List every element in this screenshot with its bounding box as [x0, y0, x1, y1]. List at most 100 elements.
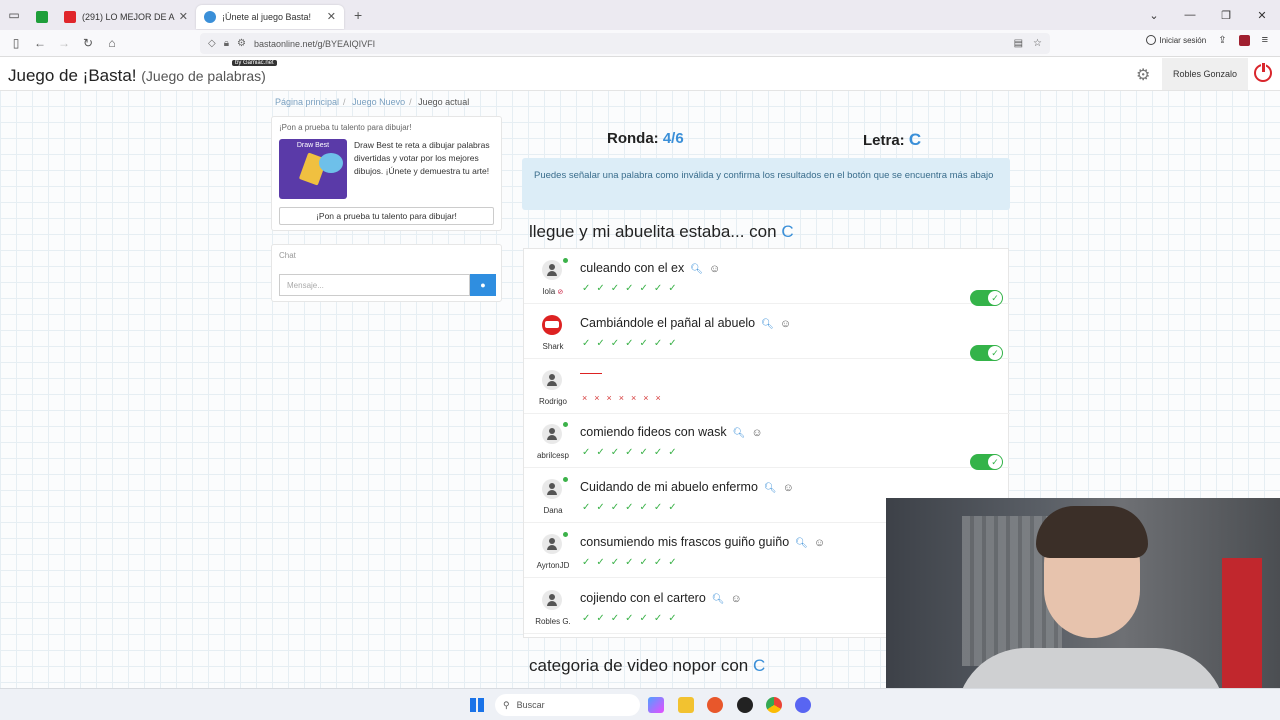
avatar[interactable] — [542, 315, 562, 335]
search-icon[interactable]: 🔍︎ — [733, 428, 746, 439]
player-name: Robles G. — [535, 617, 571, 626]
empty-answer-dash — [580, 373, 602, 374]
category-title: categoria de video nopor con C — [529, 656, 765, 676]
minimize-icon[interactable]: — — [1172, 9, 1208, 21]
obs-icon[interactable] — [737, 697, 753, 713]
promo-card: ¡Pon a prueba tu talento para dibujar! D… — [271, 116, 502, 231]
extension-red-icon[interactable] — [1238, 34, 1250, 46]
windows-start-icon[interactable] — [470, 698, 484, 712]
player-name: Shark — [542, 342, 564, 351]
tab-list-icon[interactable]: ▭ — [6, 7, 22, 23]
chat-message-input[interactable]: Mensaje... — [279, 274, 470, 296]
answer-word: consumiendo mis frascos guiño guiño 🔍︎ ☺ — [580, 535, 826, 549]
logout-power-icon[interactable] — [1254, 62, 1272, 82]
close-tab-icon[interactable]: ✕ — [327, 10, 336, 23]
file-explorer-icon[interactable] — [678, 697, 694, 713]
smile-icon[interactable]: ☺ — [730, 593, 741, 605]
answer-word: culeando con el ex 🔍︎ ☺ — [580, 261, 721, 275]
site-title-main[interactable]: Juego de ¡Basta! — [8, 66, 137, 85]
gamiac-badge[interactable]: by Gamiac.net — [232, 60, 277, 66]
promo-button[interactable]: ¡Pon a prueba tu talento para dibujar! — [279, 207, 494, 225]
tab-basta[interactable]: ¡Únete al juego Basta! ✕ — [196, 4, 344, 29]
extensions-icon[interactable]: ⇪ — [1218, 35, 1226, 46]
tab-overflow-icon[interactable]: ⌄ — [1136, 9, 1172, 22]
home-icon[interactable]: ⌂ — [100, 36, 124, 50]
answer-row: Rodrigo ××××××× — [524, 359, 1010, 414]
tab-youtube[interactable]: (291) LO MEJOR DE ARGENTIN ✕ — [56, 5, 196, 29]
smile-icon[interactable]: ☺ — [814, 537, 825, 549]
smile-icon[interactable]: ☺ — [783, 482, 794, 494]
signin-label: Iniciar sesión — [1159, 35, 1207, 45]
avatar[interactable] — [542, 260, 562, 280]
copilot-icon[interactable] — [648, 697, 664, 713]
avatar[interactable] — [542, 479, 562, 499]
draw-best-image-title: Draw Best — [296, 142, 330, 149]
breadcrumb-new-game[interactable]: Juego Nuevo — [352, 97, 405, 107]
vote-checks: ✓✓✓✓✓✓✓ — [582, 557, 683, 568]
smile-icon[interactable]: ☺ — [709, 263, 720, 275]
settings-gear-icon[interactable]: ⚙ — [1136, 65, 1150, 85]
answer-row: abrilcesp comiendo fideos con wask 🔍︎ ☺ ✓✓… — [524, 413, 1010, 470]
vote-checks: ✓✓✓✓✓✓✓ — [582, 613, 683, 624]
answer-word: Cambiándole el pañal al abuelo 🔍︎ ☺ — [580, 316, 792, 330]
player-name: lola ⊘ — [542, 287, 564, 296]
user-menu-button[interactable]: Robles Gonzalo — [1162, 58, 1248, 90]
forward-icon[interactable]: → — [52, 36, 76, 50]
category-title: llegue y mi abuelita estaba... con C — [529, 222, 794, 242]
site-header: Juego de ¡Basta! (Juego de palabras) by … — [0, 58, 1280, 91]
menu-icon[interactable]: ≡ — [1262, 34, 1268, 46]
search-icon: ⚲ — [503, 699, 510, 710]
avatar[interactable] — [542, 590, 562, 610]
avatar[interactable] — [542, 534, 562, 554]
site-title-sub: (Juego de palabras) — [141, 68, 266, 84]
search-icon[interactable]: 🔍︎ — [712, 594, 725, 605]
bookmark-star-icon[interactable]: ☆ — [1033, 38, 1042, 49]
permissions-icon[interactable]: ⚙ — [237, 38, 246, 49]
tab-pinned[interactable] — [28, 5, 56, 29]
tab-favicon — [36, 10, 48, 23]
avatar[interactable] — [542, 370, 562, 390]
sidebar-icon[interactable]: ▯ — [4, 36, 28, 50]
search-icon[interactable]: 🔍︎ — [764, 483, 777, 494]
address-bar[interactable]: ◇ 🔒︎ ⚙ bastaonline.net/g/BYEAIQIVFI ▤ ☆ — [200, 33, 1050, 54]
shield-icon[interactable]: ◇ — [208, 38, 216, 49]
vote-crosses: ××××××× — [582, 393, 668, 403]
answer-word: comiendo fideos con wask 🔍︎ ☺ — [580, 425, 763, 439]
online-indicator — [563, 422, 568, 427]
firefox-icon[interactable] — [707, 697, 723, 713]
reload-icon[interactable]: ↻ — [76, 36, 100, 50]
close-tab-icon[interactable]: ✕ — [179, 10, 188, 23]
tab-title: (291) LO MEJOR DE ARGENTIN — [82, 11, 175, 22]
tab-title: ¡Únete al juego Basta! — [222, 11, 312, 22]
browser-tab-bar: ▭ (291) LO MEJOR DE ARGENTIN ✕ ¡Únete al… — [0, 0, 1280, 30]
reader-view-icon[interactable]: ▤ — [1014, 38, 1023, 49]
site-title[interactable]: Juego de ¡Basta! (Juego de palabras) — [8, 66, 266, 86]
lock-icon[interactable]: 🔒︎ — [224, 38, 229, 49]
verified-icon: ⊘ — [557, 289, 564, 296]
new-tab-icon[interactable]: + — [354, 7, 362, 23]
smile-icon[interactable]: ☺ — [780, 318, 791, 330]
search-icon[interactable]: 🔍︎ — [795, 538, 808, 549]
search-icon[interactable]: 🔍︎ — [690, 264, 703, 275]
letter-label-text: Letra: — [863, 132, 905, 149]
chrome-icon[interactable] — [766, 697, 782, 713]
chat-send-button[interactable]: ● — [470, 274, 496, 296]
url-text[interactable]: bastaonline.net/g/BYEAIQIVFI — [254, 39, 375, 49]
windows-taskbar: ⚲ Buscar — [0, 688, 1280, 720]
taskbar-search[interactable]: ⚲ Buscar — [495, 694, 640, 716]
draw-best-image[interactable]: Draw Best — [279, 139, 347, 199]
account-icon — [1145, 35, 1156, 45]
breadcrumb-home[interactable]: Página principal — [275, 97, 339, 107]
discord-icon[interactable] — [795, 697, 811, 713]
smile-icon[interactable]: ☺ — [751, 427, 762, 439]
chat-bubble-icon: ● — [480, 280, 486, 290]
round-value: 4/6 — [662, 130, 684, 147]
search-icon[interactable]: 🔍︎ — [761, 319, 774, 330]
back-icon[interactable]: ← — [28, 36, 52, 50]
restore-icon[interactable]: ❐ — [1208, 9, 1244, 22]
breadcrumb-current: Juego actual — [418, 97, 470, 107]
speech-bubble-icon — [319, 153, 343, 173]
signin-button[interactable]: Iniciar sesión — [1145, 35, 1207, 45]
avatar[interactable] — [542, 424, 562, 444]
close-window-icon[interactable]: ✕ — [1244, 9, 1280, 22]
